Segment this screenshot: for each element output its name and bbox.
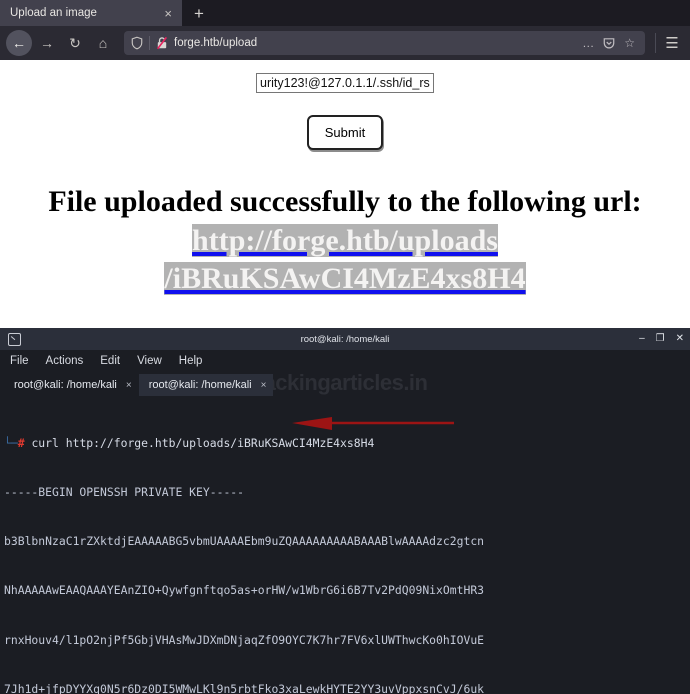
menu-item-file[interactable]: File (10, 355, 29, 367)
close-icon[interactable]: × (261, 380, 267, 391)
terminal-tab-2-label: root@kali: /home/kali (148, 379, 252, 391)
terminal-output[interactable]: └─# curl http://forge.htb/uploads/iBRuKS… (0, 398, 690, 694)
close-icon[interactable]: × (126, 380, 132, 391)
forward-arrow-icon[interactable]: → (34, 30, 60, 56)
output-line: -----BEGIN OPENSSH PRIVATE KEY----- (4, 485, 245, 500)
uploaded-url-link-continued[interactable]: /iBRuKSAwCI4MzE4xs8H4 (164, 262, 526, 296)
output-line: b3BlbnNzaC1rZXktdjEAAAAABG5vbmUAAAAEbm9u… (4, 534, 485, 549)
uploaded-url-link[interactable]: http://forge.htb/uploads (192, 223, 498, 257)
page-content: Submit File uploaded successfully to the… (0, 60, 690, 330)
bookmark-star-icon[interactable]: ☆ (620, 36, 639, 50)
menu-item-actions[interactable]: Actions (46, 355, 84, 367)
terminal-tab-bar: www.hackingarticles.in root@kali: /home/… (0, 370, 690, 398)
page-title: File uploaded successfully to the follow… (48, 185, 642, 218)
terminal-tab-1[interactable]: root@kali: /home/kali × (4, 374, 139, 396)
shield-icon[interactable] (130, 36, 144, 50)
uploaded-url-line-2: /iBRuKSAwCI4MzE4xs8H4 (0, 261, 690, 298)
prompt-connector: └─ (4, 435, 18, 450)
close-icon[interactable]: ✕ (676, 334, 684, 344)
terminal-title-text: root@kali: /home/kali (300, 333, 390, 345)
url-text: forge.htb/upload (174, 37, 258, 49)
terminal-tab-2[interactable]: root@kali: /home/kali × (138, 374, 274, 396)
url-input[interactable] (256, 73, 434, 93)
browser-tab[interactable]: Upload an image × (0, 0, 182, 26)
pocket-icon[interactable] (602, 36, 616, 50)
home-icon[interactable]: ⌂ (90, 30, 116, 56)
browser-tab-title: Upload an image (10, 7, 97, 19)
terminal-window: root@kali: /home/kali – ❐ ✕ File Actions… (0, 328, 690, 694)
terminal-prompt-line: └─# curl http://forge.htb/uploads/iBRuKS… (4, 435, 690, 451)
upload-form (0, 60, 690, 93)
annotation-arrow-icon (292, 417, 454, 430)
output-line: NhAAAAAwEAAQAAAYEAnZIO+Qywfgnftqo5as+orH… (4, 583, 485, 598)
menu-item-edit[interactable]: Edit (100, 355, 120, 367)
submit-row: Submit (0, 93, 690, 150)
prompt-symbol: # (17, 435, 25, 450)
hamburger-menu-icon[interactable]: ☰ (660, 34, 684, 52)
output-line: rnxHouv4/l1pO2njPf5GbjVHAsMwJDXmDNjaqZfO… (4, 632, 485, 647)
url-bar[interactable]: forge.htb/upload … ☆ (124, 31, 645, 55)
menu-item-help[interactable]: Help (179, 355, 203, 367)
submit-button[interactable]: Submit (306, 115, 384, 150)
terminal-menu-bar: File Actions Edit View Help (0, 350, 690, 372)
terminal-tab-1-label: root@kali: /home/kali (14, 379, 117, 391)
browser-nav-bar: ← → ↻ ⌂ forge.htb/upload … ☆ ☰ (0, 26, 690, 60)
terminal-title-bar: root@kali: /home/kali – ❐ ✕ (0, 328, 690, 350)
new-tab-button[interactable]: + (182, 0, 216, 26)
toolbar-divider (655, 33, 656, 53)
terminal-command: curl http://forge.htb/uploads/iBRuKSAwCI… (31, 435, 375, 450)
window-controls: – ❐ ✕ (639, 334, 686, 344)
broken-lock-icon[interactable] (155, 36, 169, 50)
output-line: 7Jh1d+jfpDYYXq0N5r6Dz0DI5WMwLKl9n5rbtFko… (4, 681, 485, 694)
more-options-icon[interactable]: … (578, 36, 598, 50)
back-arrow-icon[interactable]: ← (6, 30, 32, 56)
reload-icon[interactable]: ↻ (62, 30, 88, 56)
menu-item-view[interactable]: View (137, 355, 162, 367)
close-icon[interactable]: × (160, 7, 176, 20)
browser-tab-bar: Upload an image × + (0, 0, 690, 26)
maximize-icon[interactable]: ❐ (656, 334, 665, 344)
uploaded-url-line-1: http://forge.htb/uploads (0, 223, 690, 260)
terminal-icon (8, 332, 21, 346)
url-bar-divider (149, 36, 150, 50)
minimize-icon[interactable]: – (639, 334, 645, 344)
